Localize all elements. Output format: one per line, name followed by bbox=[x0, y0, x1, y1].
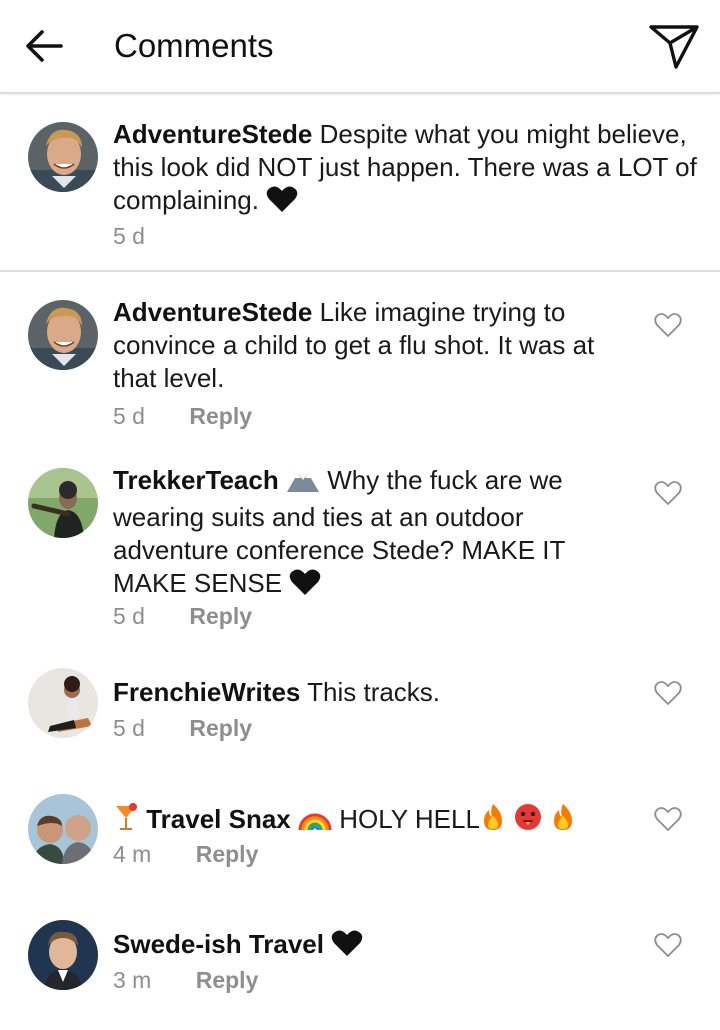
comment-meta: 5 d Reply bbox=[113, 714, 252, 742]
username[interactable]: TrekkerTeach bbox=[113, 465, 279, 495]
username[interactable]: Travel Snax bbox=[146, 804, 291, 834]
comment-text: Swede-ish Travel bbox=[113, 928, 613, 965]
comment-text: TrekkerTeach Why the fuck are we wearing… bbox=[113, 464, 613, 604]
paper-plane-icon[interactable] bbox=[646, 20, 702, 72]
timestamp: 5 d bbox=[113, 403, 145, 429]
avatar[interactable] bbox=[28, 122, 98, 192]
reply-button[interactable]: Reply bbox=[189, 402, 252, 430]
page-title: Comments bbox=[114, 27, 274, 64]
avatar[interactable] bbox=[28, 794, 98, 864]
avatar[interactable] bbox=[28, 668, 98, 738]
timestamp: 3 m bbox=[113, 967, 152, 993]
like-heart-icon[interactable] bbox=[654, 312, 682, 338]
avatar[interactable] bbox=[28, 468, 98, 538]
reply-button[interactable]: Reply bbox=[189, 602, 252, 630]
back-arrow-icon[interactable] bbox=[22, 24, 66, 68]
like-heart-icon[interactable] bbox=[654, 806, 682, 832]
comment-item: Swede-ish Travel 3 m Reply bbox=[0, 904, 720, 1030]
comment-body: HOLY HELL bbox=[339, 804, 480, 834]
timestamp: 4 m bbox=[113, 841, 152, 867]
comment-body: This tracks. bbox=[307, 677, 441, 707]
avatar[interactable] bbox=[28, 300, 98, 370]
comment-meta: 4 m Reply bbox=[113, 840, 258, 868]
avatar[interactable] bbox=[28, 920, 98, 990]
mountain-icon bbox=[286, 467, 320, 501]
fire-icon bbox=[550, 802, 576, 840]
like-heart-icon[interactable] bbox=[654, 480, 682, 506]
top-bar: Comments bbox=[0, 0, 720, 94]
comment-item: AdventureStede Like imagine trying to co… bbox=[0, 272, 720, 442]
username[interactable]: Swede-ish Travel bbox=[113, 929, 324, 959]
comment-meta: 3 m Reply bbox=[113, 966, 258, 994]
hot-face-icon bbox=[513, 802, 543, 840]
black-heart-icon bbox=[289, 568, 321, 604]
comment-item: FrenchieWrites This tracks. 5 d Reply bbox=[0, 652, 720, 778]
username[interactable]: FrenchieWrites bbox=[113, 677, 300, 707]
comment-meta: 5 d bbox=[113, 222, 145, 250]
black-heart-icon bbox=[266, 185, 298, 221]
reply-button[interactable]: Reply bbox=[196, 966, 259, 994]
post-caption: AdventureStede Despite what you might be… bbox=[0, 96, 720, 272]
comment-meta: 5 d Reply bbox=[113, 602, 252, 630]
comment-item: TrekkerTeach Why the fuck are we wearing… bbox=[0, 442, 720, 652]
comment-item: Travel Snax HOLY HELL 4 m Reply bbox=[0, 778, 720, 904]
timestamp: 5 d bbox=[113, 603, 145, 629]
username[interactable]: AdventureStede bbox=[113, 119, 312, 149]
like-heart-icon[interactable] bbox=[654, 932, 682, 958]
reply-button[interactable]: Reply bbox=[189, 714, 252, 742]
comment-meta: 5 d Reply bbox=[113, 402, 252, 430]
timestamp: 5 d bbox=[113, 715, 145, 741]
reply-button[interactable]: Reply bbox=[196, 840, 259, 868]
rainbow-icon bbox=[298, 806, 332, 840]
comment-text: Travel Snax HOLY HELL bbox=[113, 802, 633, 840]
fire-icon bbox=[480, 802, 506, 840]
username[interactable]: AdventureStede bbox=[113, 297, 312, 327]
caption-text: AdventureStede Despite what you might be… bbox=[113, 118, 713, 221]
comment-text: FrenchieWrites This tracks. bbox=[113, 676, 613, 709]
like-heart-icon[interactable] bbox=[654, 680, 682, 706]
comment-text: AdventureStede Like imagine trying to co… bbox=[113, 296, 613, 395]
timestamp: 5 d bbox=[113, 223, 145, 249]
black-heart-icon bbox=[331, 929, 363, 965]
tropical-drink-icon bbox=[113, 802, 139, 840]
